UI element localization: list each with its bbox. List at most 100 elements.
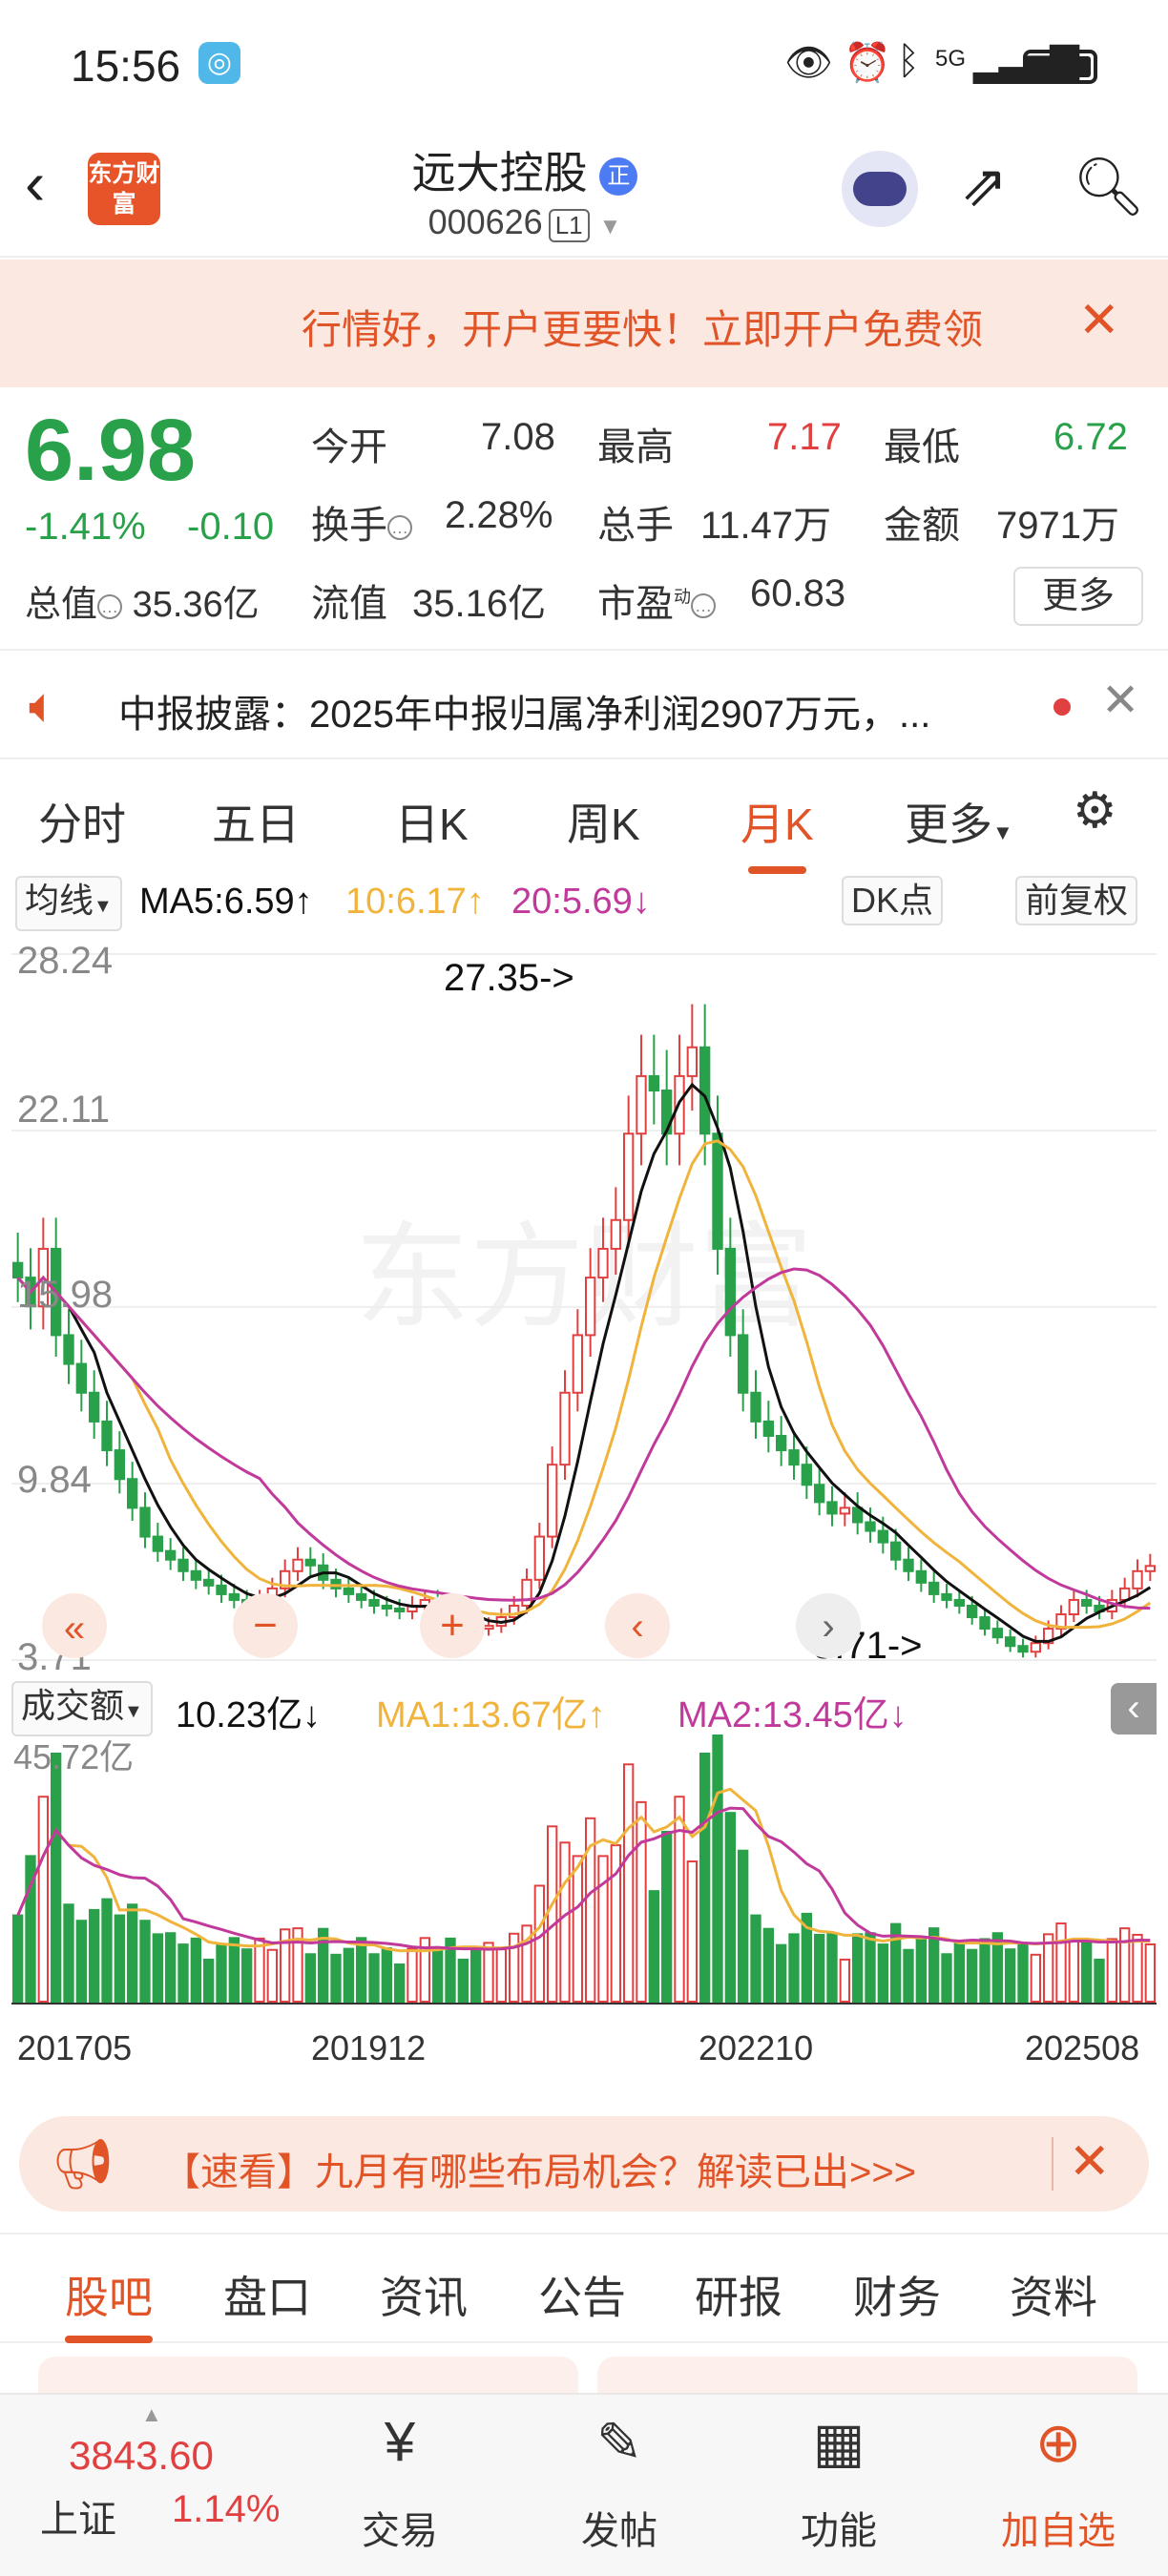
- level-badge: L1: [548, 209, 590, 242]
- notice-bar[interactable]: 🔈︎ 中报披露：2025年中报归属净利润2907万元，... ✕: [0, 649, 1168, 759]
- divider: [1052, 2137, 1053, 2191]
- tab-news[interactable]: 资讯: [380, 2263, 468, 2326]
- volume-bar: [356, 1937, 367, 2004]
- candle-body: [979, 1616, 991, 1631]
- tab-monthly-k[interactable]: 月K: [740, 790, 814, 874]
- volume-bar: [738, 1849, 749, 2003]
- tab-five-day[interactable]: 五日: [212, 790, 300, 853]
- back-icon[interactable]: ‹: [25, 153, 45, 214]
- chevron-down-icon: ▼: [598, 214, 622, 239]
- x-tick: 201912: [311, 2028, 427, 2067]
- volume-chart[interactable]: 45.72亿: [11, 1735, 1157, 2019]
- candle-body: [177, 1558, 189, 1572]
- candle-body: [292, 1558, 303, 1572]
- tab-profile[interactable]: 资料: [1010, 2263, 1097, 2326]
- volume-ma2-line: [16, 1806, 1151, 1951]
- content-tabs: 股吧 盘口 资讯 公告 研报 财务 资料: [0, 2233, 1168, 2343]
- tab-intraday[interactable]: 分时: [38, 790, 126, 853]
- candle-body: [801, 1464, 813, 1486]
- k-line-chart[interactable]: 东方财富 28.24 22.11 15.98 9.84 3.71 27.35->…: [11, 935, 1157, 1677]
- add-circle-icon[interactable]: ⊕: [987, 2410, 1130, 2475]
- search-icon[interactable]: 🔍︎: [1073, 153, 1145, 220]
- nav-trade[interactable]: 交易: [328, 2500, 471, 2555]
- nav-post[interactable]: 发帖: [548, 2500, 691, 2555]
- info-icon[interactable]: …: [691, 593, 716, 619]
- volume-bar: [495, 1948, 507, 2004]
- dk-point-button[interactable]: DK点: [842, 876, 944, 925]
- volume-selector[interactable]: 成交额▼: [11, 1681, 153, 1736]
- collapse-panel-icon[interactable]: ‹: [1111, 1683, 1157, 1735]
- app-logo[interactable]: 东方财富: [88, 153, 160, 225]
- float-label: 流值: [311, 583, 387, 625]
- close-icon[interactable]: ✕: [1078, 292, 1120, 349]
- volume-bar: [114, 1914, 125, 2003]
- ma-indicator-row: 均线▼ MA5:6.59↑ 10:6.17↑ 20:5.69↓ DK点 前复权: [0, 876, 1168, 931]
- tab-daily-k[interactable]: 日K: [395, 790, 469, 853]
- candle-body: [928, 1581, 940, 1595]
- ma5-value: MA5:6.59↑: [139, 882, 313, 922]
- candle-body: [228, 1592, 240, 1601]
- pe-sup: 动: [674, 587, 691, 607]
- index-value[interactable]: 3843.60: [69, 2433, 214, 2479]
- chevron-up-icon[interactable]: ▲: [141, 2402, 162, 2427]
- more-button[interactable]: 更多: [1013, 567, 1143, 626]
- volume-bar: [241, 1948, 253, 2004]
- ma-selector[interactable]: 均线▼: [15, 876, 122, 931]
- stock-code[interactable]: 000626 L1 ▼: [324, 202, 725, 242]
- volume-value: 10.23亿↓: [176, 1695, 322, 1735]
- trade-icon[interactable]: ¥: [328, 2410, 471, 2474]
- volume-bar: [1005, 1948, 1016, 2004]
- speaker-icon: 🔈︎: [29, 678, 59, 734]
- nav-function[interactable]: 功能: [767, 2500, 910, 2555]
- name-badge: 正: [599, 156, 638, 196]
- candle-body: [521, 1578, 532, 1607]
- volume-bar: [1017, 1942, 1029, 2004]
- candle-body: [953, 1598, 966, 1607]
- last-price: 6.98: [25, 402, 197, 499]
- candle-body: [1132, 1569, 1143, 1589]
- tab-announcements[interactable]: 公告: [538, 2263, 626, 2326]
- tab-finance[interactable]: 财务: [853, 2263, 941, 2326]
- share-icon[interactable]: ⇗: [960, 153, 1008, 219]
- candle-body: [686, 1046, 699, 1077]
- candle-body: [1005, 1636, 1016, 1648]
- low-label: 最低: [884, 426, 960, 468]
- candle-body: [1081, 1598, 1093, 1607]
- open-account-banner[interactable]: 行情好，开户更要快！立即开户免费领 ✕: [0, 260, 1168, 387]
- info-icon[interactable]: …: [387, 515, 412, 541]
- volume-bar: [177, 1943, 189, 2004]
- tab-weekly-k[interactable]: 周K: [567, 790, 640, 853]
- tab-guba[interactable]: 股吧: [65, 2263, 153, 2343]
- volume-ma2: MA2:13.45亿↓: [678, 1695, 907, 1735]
- promo-banner[interactable]: 📢︎ 【速看】九月有哪些布局机会？解读已出>>> ✕: [19, 2116, 1149, 2212]
- app-notification-icon: ◎: [198, 42, 240, 84]
- tab-more[interactable]: 更多▼: [905, 790, 1013, 853]
- volume-bar: [865, 1932, 876, 2003]
- edit-icon[interactable]: ✎: [548, 2410, 691, 2475]
- candle-body: [788, 1449, 800, 1466]
- bottom-nav: 3843.60 上证 1.14% ▲ ¥ 交易 ✎ 发帖 ▦ 功能 ⊕ 加自选: [0, 2393, 1168, 2576]
- volume-bar: [1030, 1953, 1041, 2003]
- ai-assistant-icon[interactable]: [842, 151, 918, 227]
- adjust-button[interactable]: 前复权: [1015, 876, 1138, 925]
- nav-add-watchlist[interactable]: 加自选: [987, 2500, 1130, 2555]
- ma5-line: [16, 1082, 1152, 1643]
- volume-bar: [139, 1920, 151, 2003]
- tab-pankou[interactable]: 盘口: [223, 2263, 311, 2326]
- index-change[interactable]: 1.14%: [172, 2488, 280, 2531]
- plus-icon: +: [440, 1602, 465, 1649]
- volume-bar: [661, 1830, 673, 2003]
- grid-icon[interactable]: ▦: [767, 2410, 910, 2475]
- open-value: 7.08: [481, 416, 555, 458]
- tab-research[interactable]: 研报: [695, 2263, 782, 2326]
- close-icon[interactable]: ✕: [1101, 674, 1139, 727]
- high-label: 最高: [597, 426, 674, 468]
- settings-gear-icon[interactable]: ⚙: [1073, 782, 1117, 840]
- info-icon[interactable]: …: [97, 593, 123, 619]
- close-icon[interactable]: ✕: [1069, 2133, 1111, 2191]
- alarm-icon: ⏰: [844, 42, 891, 84]
- candle-body: [394, 1608, 406, 1613]
- y-tick-3: 15.98: [17, 1274, 113, 1316]
- volume-bar: [686, 1860, 699, 2003]
- index-name[interactable]: 上证: [40, 2488, 116, 2544]
